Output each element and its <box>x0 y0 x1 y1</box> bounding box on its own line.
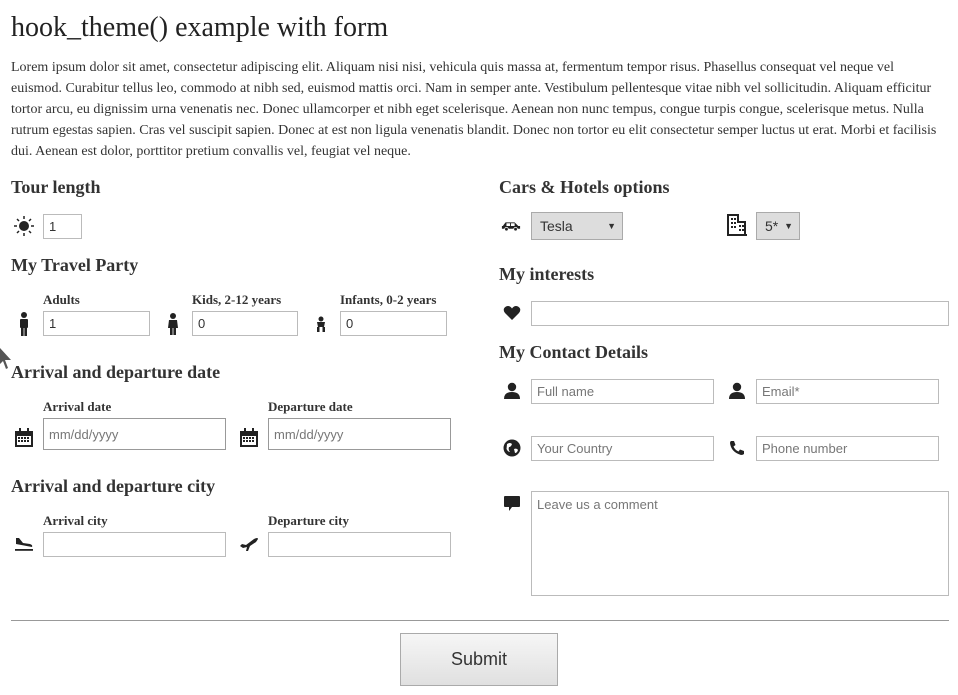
adults-input[interactable] <box>43 311 150 336</box>
user-icon <box>502 381 522 401</box>
chevron-down-icon: ▼ <box>784 221 793 231</box>
infants-input[interactable] <box>340 311 447 336</box>
plane-landing-icon <box>14 534 34 554</box>
tour-length-input[interactable] <box>43 214 82 239</box>
sun-icon <box>14 216 34 236</box>
interests-heading: My interests <box>499 264 595 284</box>
email-input[interactable] <box>756 379 939 404</box>
child-icon <box>163 312 183 336</box>
phone-icon <box>727 438 747 458</box>
infants-label: Infants, 0-2 years <box>340 292 437 307</box>
contact-details-heading: My Contact Details <box>499 342 648 362</box>
comment-textarea[interactable] <box>531 491 949 596</box>
intro-text: Lorem ipsum dolor sit amet, consectetur … <box>11 60 937 159</box>
phone-input[interactable] <box>756 436 939 461</box>
car-icon <box>501 216 521 236</box>
travel-party-heading: My Travel Party <box>11 255 139 275</box>
adults-label: Adults <box>43 292 80 307</box>
departure-date-label: Departure date <box>268 399 353 414</box>
user-icon <box>727 381 747 401</box>
calendar-icon <box>239 427 259 447</box>
departure-city-label: Departure city <box>268 513 349 528</box>
plane-takeoff-icon <box>239 534 259 554</box>
page-title: hook_theme() example with form <box>11 12 389 43</box>
building-icon <box>727 214 747 236</box>
calendar-icon <box>14 427 34 447</box>
baby-icon <box>311 314 331 334</box>
arrival-departure-date-heading: Arrival and departure date <box>11 362 221 382</box>
chevron-down-icon: ▼ <box>607 221 616 231</box>
heart-icon <box>502 303 522 323</box>
globe-icon <box>502 438 522 458</box>
form-divider <box>11 620 949 621</box>
arrival-city-label: Arrival city <box>43 513 108 528</box>
arrival-date-label: Arrival date <box>43 399 112 414</box>
car-select[interactable]: Tesla ▼ <box>531 212 623 240</box>
departure-date-input[interactable] <box>268 418 451 450</box>
car-select-value: Tesla <box>540 218 573 234</box>
kids-input[interactable] <box>192 311 298 336</box>
arrival-date-input[interactable] <box>43 418 226 450</box>
hotel-stars-select[interactable]: 5* ▼ <box>756 212 800 240</box>
departure-city-input[interactable] <box>268 532 451 557</box>
arrival-city-input[interactable] <box>43 532 226 557</box>
kids-label: Kids, 2-12 years <box>192 292 282 307</box>
country-input[interactable] <box>531 436 714 461</box>
tour-length-heading: Tour length <box>11 177 101 197</box>
full-name-input[interactable] <box>531 379 714 404</box>
adult-icon <box>14 312 34 336</box>
interests-input[interactable] <box>531 301 949 326</box>
arrival-departure-city-heading: Arrival and departure city <box>11 476 216 496</box>
cars-hotels-heading: Cars & Hotels options <box>499 177 670 197</box>
comment-icon <box>502 494 522 514</box>
submit-button[interactable]: Submit <box>400 633 558 686</box>
hotel-select-value: 5* <box>765 218 779 234</box>
